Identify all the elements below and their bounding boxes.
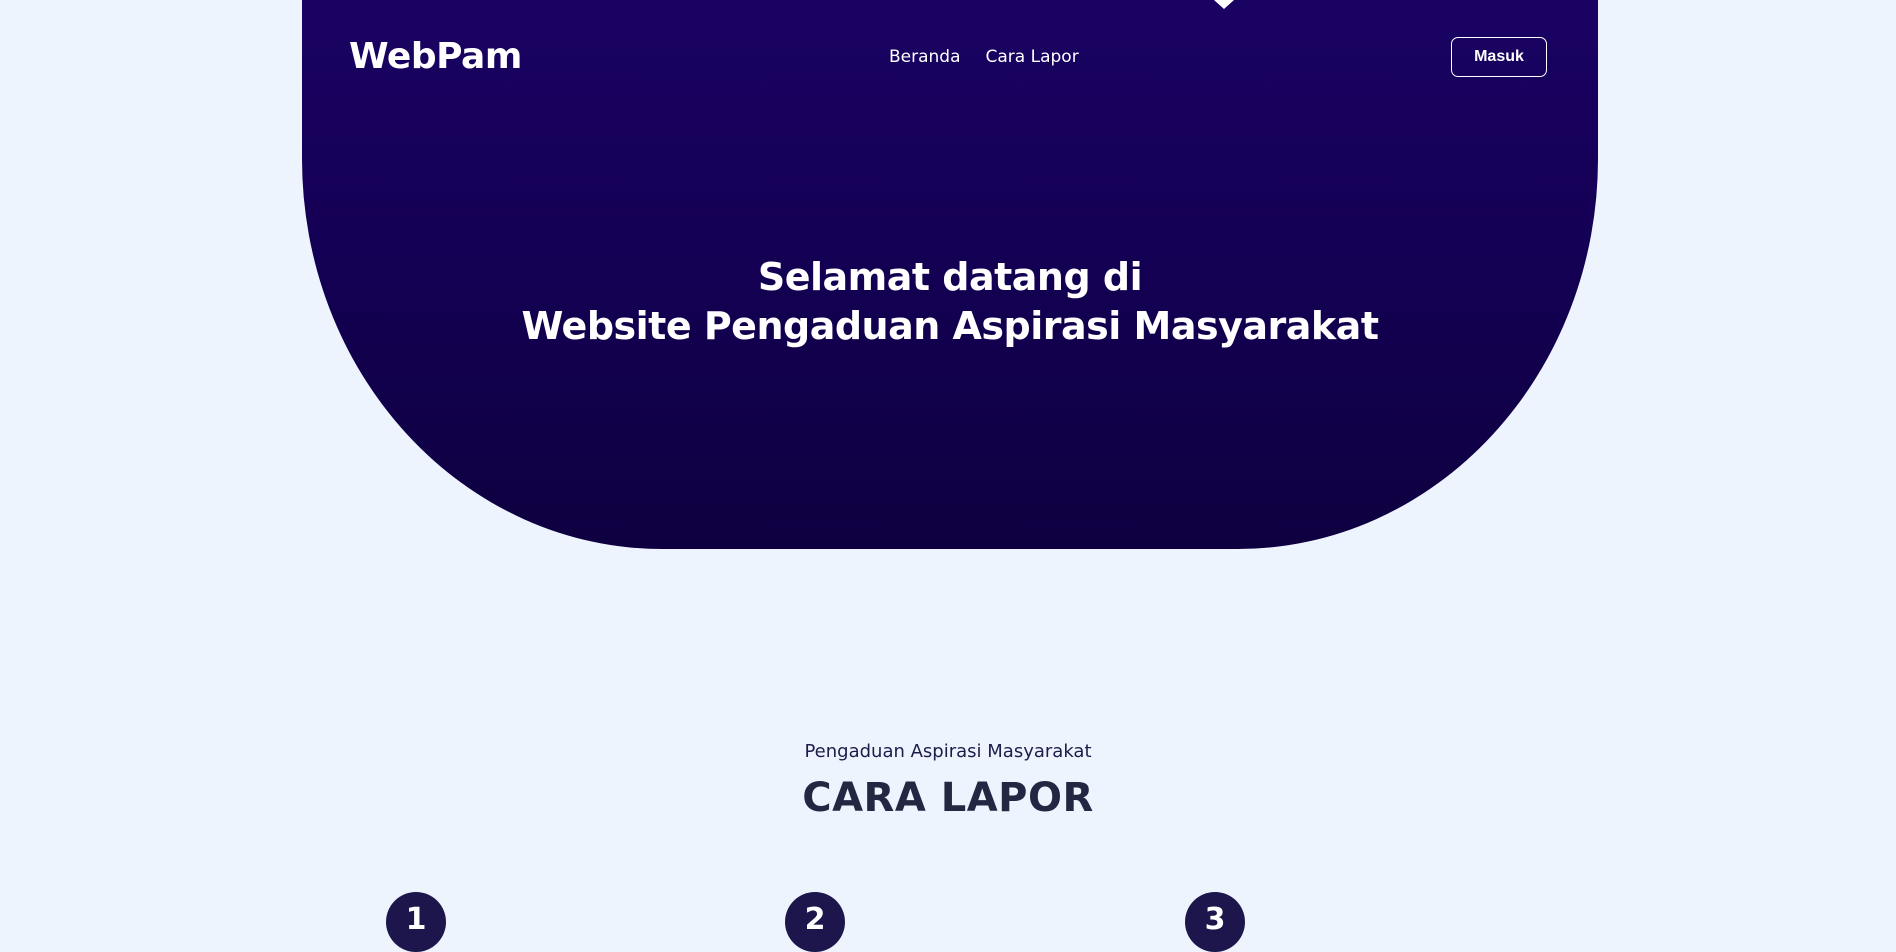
login-button[interactable]: Masuk [1451,37,1547,77]
section-title: CARA LAPOR [802,775,1094,821]
hero-title-line-1: Selamat datang di [757,255,1143,299]
step-badge-1: 1 [386,892,446,952]
step-badge-3: 3 [1185,892,1245,952]
nav-link-beranda[interactable]: Beranda [889,45,961,69]
hero-title-line-2: Website Pengaduan Aspirasi Masyarakat [521,304,1379,348]
section-subtitle: Pengaduan Aspirasi Masyarakat [804,741,1092,762]
nav-link-cara-lapor[interactable]: Cara Lapor [986,45,1079,69]
nav-active-indicator [1214,0,1234,9]
step-badge-2: 2 [785,892,845,952]
main-nav: Beranda Cara Lapor [889,45,1079,69]
hero-banner: WebPam Beranda Cara Lapor Masuk Selamat … [302,0,1598,549]
site-logo[interactable]: WebPam [349,33,522,81]
hero-title: Selamat datang di Website Pengaduan Aspi… [302,253,1598,351]
